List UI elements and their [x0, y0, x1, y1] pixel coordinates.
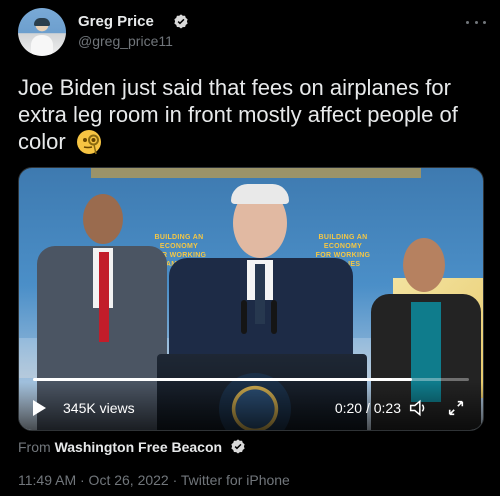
backdrop-banner: [91, 168, 421, 178]
avatar[interactable]: [18, 8, 66, 56]
video-player[interactable]: BUILDING AN ECONOMY FOR WORKING FAMILIES…: [18, 167, 484, 431]
video-progress-fill: [33, 378, 413, 381]
video-progress-bar[interactable]: [33, 378, 469, 381]
verified-icon: [231, 439, 245, 454]
fullscreen-icon[interactable]: [447, 399, 465, 417]
play-icon[interactable]: [33, 400, 46, 416]
view-count: 345K views: [63, 400, 135, 416]
volume-icon[interactable]: [409, 399, 429, 417]
user-name[interactable]: Greg Price: [78, 13, 154, 30]
avatar-shirt: [31, 35, 53, 55]
tweet-header: Greg Price @greg_price11: [18, 8, 486, 60]
user-handle[interactable]: @greg_price11: [78, 33, 173, 49]
video-source: From Washington Free Beacon: [18, 438, 247, 456]
tweet-meta: 11:49 AM · Oct 26, 2022 · Twitter for iP…: [18, 472, 290, 488]
microphone-left: [241, 300, 247, 334]
microphone-right: [271, 300, 277, 334]
source-prefix: From: [18, 439, 51, 455]
avatar-cap: [34, 18, 50, 26]
verified-icon: [174, 14, 188, 29]
tweet-text: Joe Biden just said that fees on airplan…: [18, 74, 488, 155]
more-options-icon[interactable]: [466, 15, 486, 29]
video-time: 0:20 / 0:23: [334, 400, 401, 416]
face-with-monocle-emoji: [76, 130, 101, 155]
source-name[interactable]: Washington Free Beacon: [55, 439, 223, 455]
